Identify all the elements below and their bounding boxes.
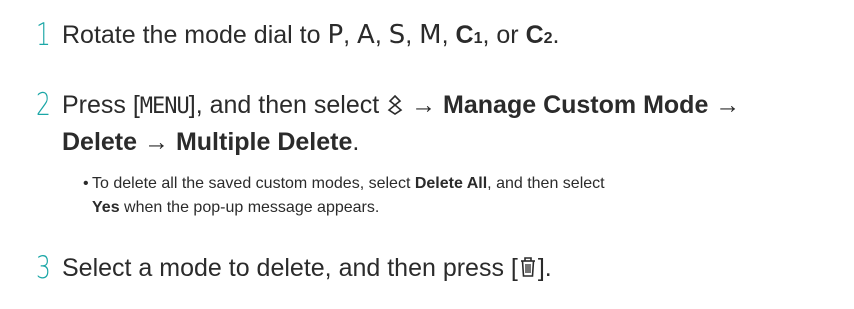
mode-m: M <box>419 20 442 50</box>
step-text: Press [MENU], and then select → Manage C… <box>62 91 741 156</box>
menu-item-manage-custom-mode: Manage Custom Mode <box>443 91 709 119</box>
step-number: 3 <box>36 250 51 286</box>
step-number: 2 <box>36 87 51 123</box>
menu-button-label: MENU <box>139 94 190 119</box>
step-number: 1 <box>36 17 51 53</box>
mode-c1: C1 <box>455 21 483 49</box>
menu-item-multiple-delete: Multiple Delete <box>175 128 353 156</box>
mode-c2: C2 <box>525 21 553 49</box>
trash-icon <box>518 254 538 288</box>
custom-mode-icon <box>386 91 404 125</box>
mode-s: S <box>388 20 406 50</box>
mode-a: A <box>357 20 375 50</box>
option-yes: Yes <box>92 199 120 216</box>
step-1: 1 Rotate the mode dial to P, A, S, M, C1… <box>36 18 559 56</box>
option-delete-all: Delete All <box>414 175 488 192</box>
step-3: 3 Select a mode to delete, and then pres… <box>36 251 552 288</box>
bullet-note: • To delete all the saved custom modes, … <box>83 172 832 220</box>
step-text: Rotate the mode dial to P, A, S, M, C1, … <box>62 20 560 50</box>
step-2: 2 Press [MENU], and then select → Manage… <box>36 88 852 159</box>
menu-item-delete: Delete <box>62 128 138 156</box>
mode-p: P <box>327 20 344 50</box>
bullet-dot: • <box>83 175 89 192</box>
step-text: Select a mode to delete, and then press … <box>62 251 552 288</box>
